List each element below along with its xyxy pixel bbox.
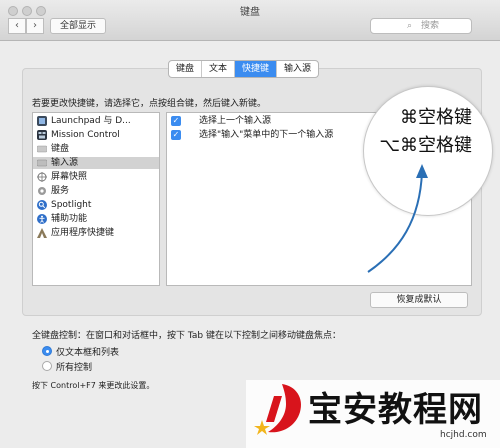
- back-button[interactable]: ‹: [8, 18, 26, 34]
- tab-bar: 键盘 文本 快捷键 输入源: [168, 60, 320, 78]
- category-list[interactable]: Launchpad 与 D... Mission Control 键盘 输入源 …: [32, 112, 160, 286]
- tab-keyboard[interactable]: 键盘: [169, 61, 203, 77]
- category-label: 应用程序快捷键: [51, 228, 115, 238]
- tab-text[interactable]: 文本: [202, 61, 236, 77]
- search-input[interactable]: ⌕ 搜索: [370, 18, 472, 34]
- shortcut-label: 选择上一个输入源: [199, 116, 272, 126]
- category-item-services[interactable]: 服务: [33, 185, 159, 197]
- radio-label: 仅文本框和列表: [56, 348, 120, 358]
- radio-text-boxes-and-lists[interactable]: [42, 346, 52, 356]
- category-item-input-sources[interactable]: 输入源: [33, 157, 159, 169]
- category-label: Mission Control: [51, 130, 120, 140]
- search-placeholder: 搜索: [421, 21, 440, 31]
- tab-input-sources[interactable]: 输入源: [277, 61, 318, 77]
- magnifier-icon: ⌕: [407, 21, 413, 31]
- input-source-icon: [37, 159, 47, 167]
- title-bar: 键盘 ‹ › 全部显示 ⌕ 搜索: [0, 0, 500, 41]
- screenshot-icon: [37, 172, 47, 182]
- restore-defaults-button[interactable]: 恢复成默认: [370, 292, 468, 308]
- forward-button[interactable]: ›: [26, 18, 44, 34]
- category-item-accessibility[interactable]: 辅助功能: [33, 213, 159, 225]
- keyboard-hint: 按下 Control+F7 来更改此设置。: [32, 381, 155, 390]
- launchpad-icon: [37, 116, 47, 126]
- radio-label: 所有控制: [56, 363, 93, 373]
- category-item-mission-control[interactable]: Mission Control: [33, 129, 159, 141]
- tab-shortcuts[interactable]: 快捷键: [235, 61, 278, 77]
- spotlight-icon: [37, 200, 47, 210]
- category-item-launchpad[interactable]: Launchpad 与 D...: [33, 115, 159, 127]
- watermark-text: 宝安教程网: [308, 390, 483, 430]
- shortcut-checkbox[interactable]: ✓: [171, 116, 181, 126]
- category-label: 屏幕快照: [51, 172, 88, 182]
- radio-all-controls[interactable]: [42, 361, 52, 371]
- magnified-shortcut-1: ⌘空格键: [400, 107, 472, 128]
- category-label: 服务: [51, 186, 70, 196]
- app-shortcuts-icon: [37, 228, 47, 238]
- category-label: 辅助功能: [51, 214, 88, 224]
- services-gear-icon: [38, 187, 46, 195]
- keyboard-icon: [37, 145, 47, 153]
- watermark-url: hcjhd.com: [440, 430, 487, 440]
- instruction-text: 若要更改快捷键，请选择它，点按组合键，然后键入新键。: [32, 99, 267, 109]
- category-item-screenshots[interactable]: 屏幕快照: [33, 171, 159, 183]
- watermark-logo-icon: [254, 384, 302, 435]
- category-label: 键盘: [51, 144, 70, 154]
- mission-control-icon: [37, 130, 47, 140]
- category-label: Spotlight: [51, 200, 92, 210]
- category-label: Launchpad 与 D...: [51, 116, 131, 126]
- category-item-keyboard[interactable]: 键盘: [33, 143, 159, 155]
- show-all-button[interactable]: 全部显示: [50, 18, 106, 34]
- category-item-app-shortcuts[interactable]: 应用程序快捷键: [33, 227, 159, 239]
- window-title: 键盘: [240, 7, 260, 18]
- full-keyboard-access-label: 全键盘控制：在窗口和对话框中，按下 Tab 键在以下控制之间移动键盘焦点：: [32, 331, 341, 341]
- arrow-annotation: [367, 164, 428, 273]
- category-item-spotlight[interactable]: Spotlight: [33, 199, 159, 211]
- category-label: 输入源: [51, 158, 79, 168]
- shortcut-checkbox[interactable]: ✓: [171, 130, 181, 140]
- accessibility-icon: [37, 214, 47, 224]
- shortcut-label: 选择"输入"菜单中的下一个输入源: [199, 130, 334, 140]
